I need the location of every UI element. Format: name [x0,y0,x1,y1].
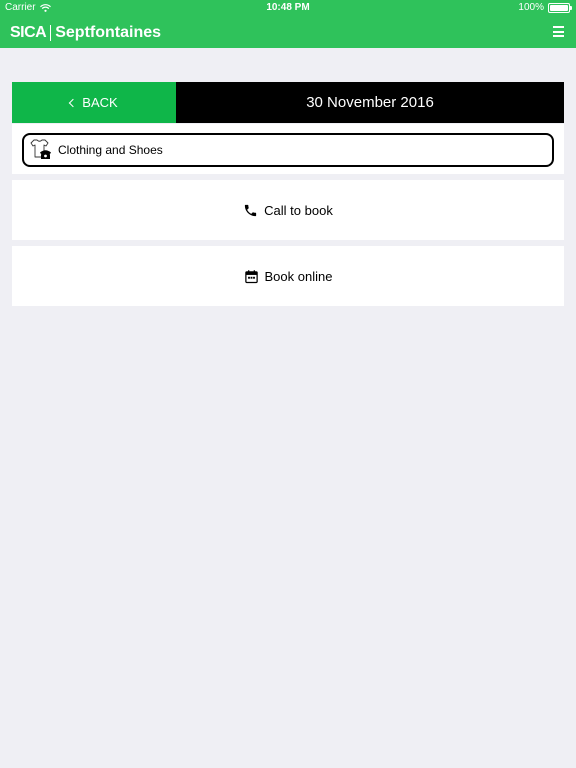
battery-icon [548,2,572,13]
logo-divider [50,25,52,41]
app-root: Carrier 10:48 PM 100% SICA Septfontaines [0,0,576,768]
status-bar: Carrier 10:48 PM 100% [0,0,576,16]
logo-city: Septfontaines [55,24,162,41]
app-logo[interactable]: SICA Septfontaines [10,23,161,43]
chevron-left-icon [69,98,78,108]
phone-icon [245,204,257,216]
date-bar: BACK 30 November 2016 [12,82,564,123]
nav-bar: SICA Septfontaines [0,16,576,48]
battery-indicator: 100% [518,2,572,13]
back-button[interactable]: BACK [12,82,176,123]
category-label: Clothing and Shoes [58,143,163,157]
call-to-book-button[interactable]: Call to book [12,180,564,240]
category-container: Clothing and Shoes [12,124,564,174]
book-online-label: Book online [264,268,333,284]
back-label: BACK [82,95,118,110]
status-time: 10:48 PM [266,2,310,13]
call-to-book-label: Call to book [264,202,333,218]
logo-brand: SICA [10,24,47,41]
calendar-icon [244,269,258,283]
date-title: 30 November 2016 [176,82,564,123]
shirt-phone-icon [30,139,51,159]
header: Carrier 10:48 PM 100% SICA Septfontaines [0,0,576,48]
book-online-button[interactable]: Book online [12,246,564,306]
category-selector[interactable]: Clothing and Shoes [22,133,554,167]
hamburger-menu-icon[interactable] [553,26,564,37]
battery-percent: 100% [518,2,544,13]
